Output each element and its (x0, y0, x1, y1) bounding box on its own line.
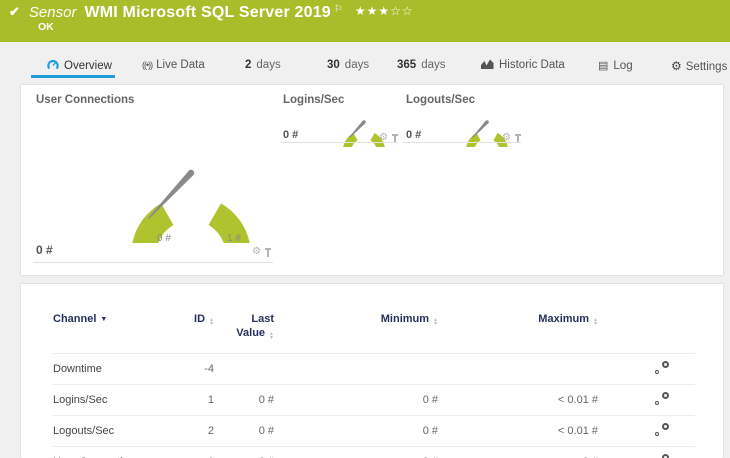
channel-name[interactable]: Logouts/Sec (53, 415, 163, 447)
log-list-icon: ▤ (598, 60, 609, 72)
live-data-icon: ((•)) (142, 60, 153, 70)
tab-log-label: Log (613, 60, 633, 72)
channel-last-value: 0 # (214, 446, 274, 458)
channel-name[interactable]: Logins/Sec (53, 384, 163, 416)
tab-settings-label: Settings (685, 61, 728, 73)
tab-live-data-label: Live Data (156, 59, 205, 71)
historic-chart-icon (481, 59, 494, 71)
tab-2-days-unit: days (256, 59, 281, 71)
channel-settings-icon[interactable] (655, 423, 669, 436)
channel-id: 1 (163, 384, 214, 416)
tab-bar: Overview ((•)) Live Data 2 days 30 days 365… (0, 42, 730, 84)
channel-last-value: 0 # (214, 384, 274, 416)
channel-id: 0 (163, 446, 214, 458)
sort-icon: ▲ ▼ (269, 331, 274, 341)
channels-table: Channel ▼ ID ▲ ▼ Last Value ▲ ▼ Minimum ▲ ▼ Maxi… (53, 312, 695, 458)
column-header-maximum[interactable]: Maximum ▲ ▼ (438, 312, 598, 354)
main-gauge-scale-min: 0 # (157, 233, 171, 244)
tab-historic-data[interactable]: Historic Data (481, 59, 565, 71)
column-header-id-label: ID (194, 313, 206, 325)
sensor-kind-label: Sensor (28, 4, 77, 21)
channel-id: 2 (163, 415, 214, 447)
tab-30-days-unit: days (344, 59, 370, 71)
channel-minimum (274, 353, 438, 385)
channel-last-value (214, 353, 274, 385)
sort-caret-down-icon: ▼ (100, 316, 108, 323)
gauge-icon (47, 59, 59, 74)
main-gauge-scale-max: 1 # (227, 233, 241, 244)
tab-live-data[interactable]: ((•)) Live Data (142, 59, 205, 71)
column-header-minimum-label: Minimum (380, 313, 430, 325)
channel-settings-icon[interactable] (655, 392, 669, 405)
divider (403, 142, 521, 143)
sort-icon: ▲ ▼ (593, 317, 598, 327)
tab-settings[interactable]: ⚙ Settings (671, 59, 727, 73)
divider (280, 142, 398, 143)
sensor-title: WMI Microsoft SQL Server 2019 (84, 4, 331, 21)
logouts-gauge-value: 0 # (406, 129, 422, 141)
column-header-channel-label: Channel (53, 313, 97, 325)
channel-maximum: < 0.01 # (438, 384, 598, 416)
tab-2-days-number: 2 (245, 59, 252, 71)
table-row: Logins/Sec 1 0 # 0 # < 0.01 # (53, 384, 695, 416)
table-row: Downtime -4 (53, 353, 695, 385)
tab-log[interactable]: ▤ Log (598, 59, 633, 72)
tab-overview[interactable]: Overview (47, 59, 112, 74)
channel-last-value: 0 # (214, 415, 274, 447)
channel-minimum: 0 # (274, 384, 438, 416)
settings-gear-icon: ⚙ (671, 59, 682, 73)
priority-stars[interactable]: ★★★☆☆ (355, 4, 414, 18)
divider (33, 262, 273, 263)
tab-2-days[interactable]: 2 days (245, 59, 281, 71)
channel-name[interactable]: User Connections (53, 446, 163, 458)
table-row: Logouts/Sec 2 0 # 0 # < 0.01 # (53, 415, 695, 447)
column-header-actions (598, 312, 695, 354)
status-check-icon: ✔ (9, 4, 20, 19)
tab-365-days[interactable]: 365 days (397, 59, 445, 71)
column-header-last-label: Last (251, 313, 274, 325)
channel-maximum: 0 # (438, 446, 598, 458)
table-row: User Connections 0 0 # 0 # 0 # (53, 446, 695, 458)
gauge-gear-icon[interactable]: ⚙ (252, 247, 261, 257)
tab-365-days-number: 365 (397, 59, 417, 71)
sensor-header: ✔ Sensor WMI Microsoft SQL Server 2019 ⚐… (0, 0, 730, 42)
main-gauge-value: 0 # (36, 243, 53, 257)
prtg-sensor-page: ✔ Sensor WMI Microsoft SQL Server 2019 ⚐… (0, 0, 730, 458)
column-header-id[interactable]: ID ▲ ▼ (163, 312, 214, 354)
sort-icon: ▲ ▼ (433, 317, 438, 327)
column-header-maximum-label: Maximum (538, 313, 590, 325)
gauges-panel: User Connections 0 # 1 # 0 # ⚙ Logins/Se… (20, 84, 724, 276)
status-badge: OK (38, 21, 54, 33)
tab-365-days-unit: days (421, 59, 446, 71)
channel-settings-icon[interactable] (655, 454, 669, 458)
tab-historic-data-label: Historic Data (499, 59, 565, 71)
gauge-pin-icon[interactable] (264, 247, 272, 257)
channel-name[interactable]: Downtime (53, 353, 163, 385)
active-tab-underline (31, 75, 115, 78)
channel-settings-icon[interactable] (655, 361, 669, 374)
channel-maximum: < 0.01 # (438, 415, 598, 447)
logins-gauge-title: Logins/Sec (283, 94, 345, 106)
column-header-minimum[interactable]: Minimum ▲ ▼ (274, 312, 438, 354)
column-header-last-value[interactable]: Last Value ▲ ▼ (214, 312, 274, 354)
tab-overview-label: Overview (64, 60, 112, 72)
user-connections-gauge (132, 169, 250, 243)
channel-maximum (438, 353, 598, 385)
channel-id: -4 (163, 353, 214, 385)
channels-panel: Channel ▼ ID ▲ ▼ Last Value ▲ ▼ Minimum ▲ ▼ Maxi… (20, 283, 724, 458)
channel-minimum: 0 # (274, 415, 438, 447)
tab-30-days[interactable]: 30 days (327, 59, 369, 71)
column-header-channel[interactable]: Channel ▼ (53, 312, 163, 354)
logins-gauge-value: 0 # (283, 129, 299, 141)
tab-30-days-number: 30 (327, 59, 340, 71)
flag-icon[interactable]: ⚐ (334, 4, 343, 15)
column-header-value-label: Value (236, 327, 266, 339)
channel-minimum: 0 # (274, 446, 438, 458)
sort-icon: ▲ ▼ (209, 317, 214, 327)
